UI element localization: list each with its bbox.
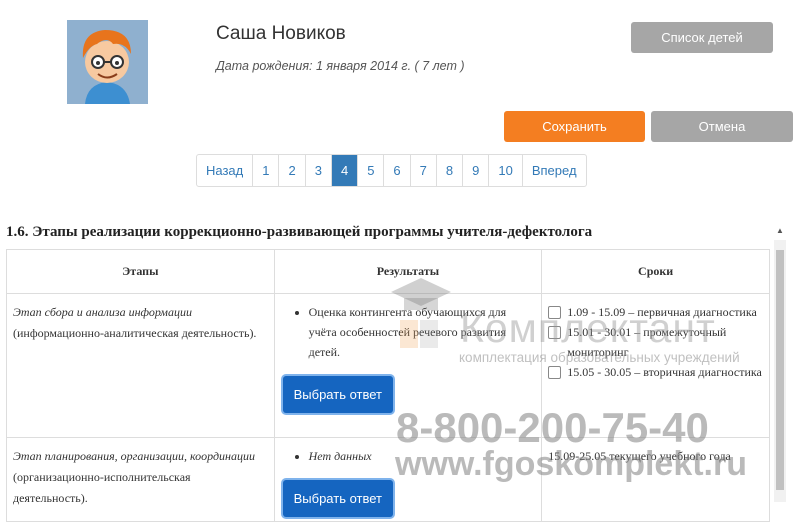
result-item: Нет данных: [309, 446, 536, 466]
term-checkbox[interactable]: [548, 326, 562, 339]
stage-title: Этап планирования, организации, координа…: [13, 449, 255, 463]
pagination-next[interactable]: Вперед: [521, 155, 586, 186]
table-row: Этап сбора и анализа информации (информа…: [6, 293, 770, 438]
page-link-2[interactable]: 2: [278, 155, 304, 186]
result-cell: Оценка контингента обучающихся для учёта…: [273, 293, 543, 438]
pagination-prev[interactable]: Назад: [197, 155, 252, 186]
page-link-9[interactable]: 9: [462, 155, 488, 186]
page-link-6[interactable]: 6: [383, 155, 409, 186]
term-option: 15.05 - 30.05 – вторичная диагностика: [548, 362, 763, 382]
page-link-10[interactable]: 10: [488, 155, 521, 186]
pagination: Назад 1 2 3 4 5 6 7 8 9 10 Вперед: [196, 154, 587, 187]
cancel-button[interactable]: Отмена: [651, 111, 793, 142]
header-stages: Этапы: [6, 249, 275, 294]
section-title: 1.6. Этапы реализации коррекционно-разви…: [6, 224, 593, 240]
choose-answer-button[interactable]: Выбрать ответ: [282, 376, 393, 413]
result-list: Оценка контингента обучающихся для учёта…: [281, 302, 536, 362]
choose-answer-button[interactable]: Выбрать ответ: [282, 480, 393, 517]
term-checkbox[interactable]: [548, 306, 562, 319]
result-item: Оценка контингента обучающихся для учёта…: [309, 302, 536, 362]
table-row: Этап планирования, организации, координа…: [6, 437, 770, 522]
page-link-5[interactable]: 5: [357, 155, 383, 186]
result-list: Нет данных: [281, 446, 536, 466]
term-label: 15.05 - 30.05 – вторичная диагностика: [567, 365, 762, 379]
table-header-row: Этапы Результаты Сроки: [6, 249, 770, 294]
header-results: Результаты: [273, 249, 543, 294]
scrollbar-thumb[interactable]: [776, 250, 784, 490]
stage-title: Этап сбора и анализа информации: [13, 305, 192, 319]
header-terms: Сроки: [541, 249, 770, 294]
term-text: 15.09-25.05 текущего учебного года: [548, 449, 731, 463]
page-link-4-active[interactable]: 4: [330, 155, 358, 186]
term-option: 15.01 - 30.01 – промежуточный мониторинг: [548, 322, 763, 362]
kids-list-button[interactable]: Список детей: [631, 22, 773, 53]
term-label: 15.01 - 30.01 – промежуточный мониторинг: [567, 325, 727, 359]
stages-table: Этапы Результаты Сроки Этап сбора и анал…: [6, 249, 770, 522]
term-checkbox[interactable]: [548, 366, 562, 379]
scroll-up-arrow-icon[interactable]: ▲: [776, 226, 784, 235]
avatar: [67, 20, 148, 104]
stage-cell: Этап планирования, организации, координа…: [6, 437, 275, 522]
page-link-3[interactable]: 3: [304, 155, 331, 186]
stage-description: (информационно-аналитическая деятельност…: [13, 326, 257, 340]
terms-cell: 15.09-25.05 текущего учебного года: [541, 437, 770, 522]
page-link-7[interactable]: 7: [409, 155, 436, 186]
stage-description: (организационно-исполнительская деятельн…: [13, 470, 191, 505]
result-cell: Нет данных Выбрать ответ: [273, 437, 543, 522]
page-link-8[interactable]: 8: [435, 155, 462, 186]
terms-cell: 1.09 - 15.09 – первичная диагностика 15.…: [541, 293, 770, 438]
stage-cell: Этап сбора и анализа информации (информа…: [6, 293, 275, 438]
term-option: 1.09 - 15.09 – первичная диагностика: [548, 302, 763, 322]
cartoon-boy-avatar-icon: [67, 20, 148, 104]
save-button[interactable]: Сохранить: [504, 111, 645, 142]
birth-date: Дата рождения: 1 января 2014 г. ( 7 лет …: [216, 59, 465, 73]
term-label: 1.09 - 15.09 – первичная диагностика: [567, 305, 757, 319]
child-name: Саша Новиков: [216, 23, 346, 44]
page-link-1[interactable]: 1: [252, 155, 278, 186]
